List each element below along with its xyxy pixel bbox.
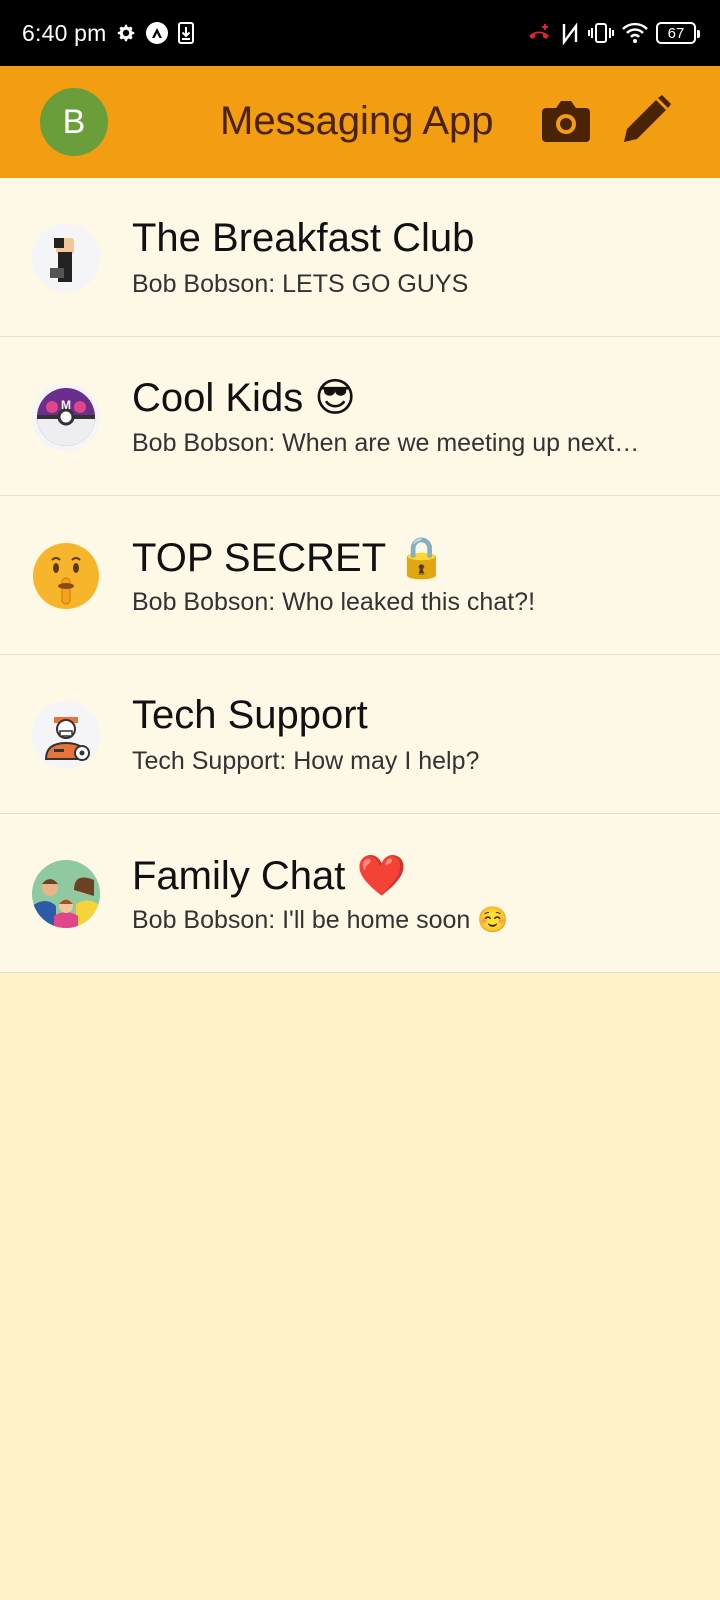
master-ball-icon: M bbox=[32, 383, 100, 451]
status-bar: 6:40 pm 67 bbox=[0, 0, 720, 66]
chat-item-top-secret[interactable]: TOP SECRET 🔒 Bob Bobson: Who leaked this… bbox=[0, 496, 720, 655]
chat-name: TOP SECRET 🔒 bbox=[132, 536, 447, 580]
chat-preview: Bob Bobson: When are we meeting up next… bbox=[132, 429, 640, 457]
family-icon bbox=[32, 860, 100, 928]
camera-icon bbox=[542, 101, 590, 142]
chat-item-family-chat[interactable]: Family Chat ❤️ Bob Bobson: I'll be home … bbox=[0, 814, 720, 973]
compose-button[interactable] bbox=[620, 94, 672, 146]
nfc-icon bbox=[560, 21, 580, 45]
chat-preview: Bob Bobson: I'll be home soon ☺️ bbox=[132, 906, 509, 934]
chat-name: The Breakfast Club bbox=[132, 216, 475, 260]
chat-item-cool-kids[interactable]: M Cool Kids 😎 Bob Bobson: When are we me… bbox=[0, 337, 720, 496]
status-time: 6:40 pm bbox=[22, 19, 107, 46]
settings-gear-icon bbox=[115, 22, 137, 44]
app-logo-icon bbox=[145, 21, 169, 45]
wifi-icon bbox=[622, 22, 648, 44]
chat-item-breakfast-club[interactable]: The Breakfast Club Bob Bobson: LETS GO G… bbox=[0, 178, 720, 337]
shushing-face-icon bbox=[32, 542, 100, 610]
fist-icon bbox=[32, 224, 100, 292]
vibrate-icon bbox=[588, 21, 614, 45]
user-avatar[interactable]: B bbox=[40, 88, 108, 156]
status-left: 6:40 pm bbox=[22, 20, 195, 47]
chat-name: Family Chat ❤️ bbox=[132, 854, 407, 898]
app-bar: B Messaging App bbox=[0, 66, 720, 178]
chat-name: Cool Kids 😎 bbox=[132, 376, 357, 420]
chat-preview: Bob Bobson: Who leaked this chat?! bbox=[132, 588, 536, 616]
download-icon bbox=[177, 22, 195, 44]
chat-item-tech-support[interactable]: Tech Support Tech Support: How may I hel… bbox=[0, 655, 720, 814]
battery-indicator: 67 bbox=[656, 22, 700, 44]
svg-text:M: M bbox=[61, 398, 71, 412]
support-agent-icon bbox=[32, 701, 100, 769]
status-right: 67 bbox=[526, 21, 700, 45]
missed-call-icon bbox=[526, 21, 552, 45]
pencil-icon bbox=[624, 95, 671, 142]
page-title: Messaging App bbox=[220, 99, 494, 143]
chat-list: The Breakfast Club Bob Bobson: LETS GO G… bbox=[0, 178, 720, 973]
chat-name: Tech Support bbox=[132, 693, 368, 737]
chat-preview: Tech Support: How may I help? bbox=[132, 747, 480, 775]
chat-preview: Bob Bobson: LETS GO GUYS bbox=[132, 270, 469, 298]
camera-button[interactable] bbox=[540, 96, 592, 146]
